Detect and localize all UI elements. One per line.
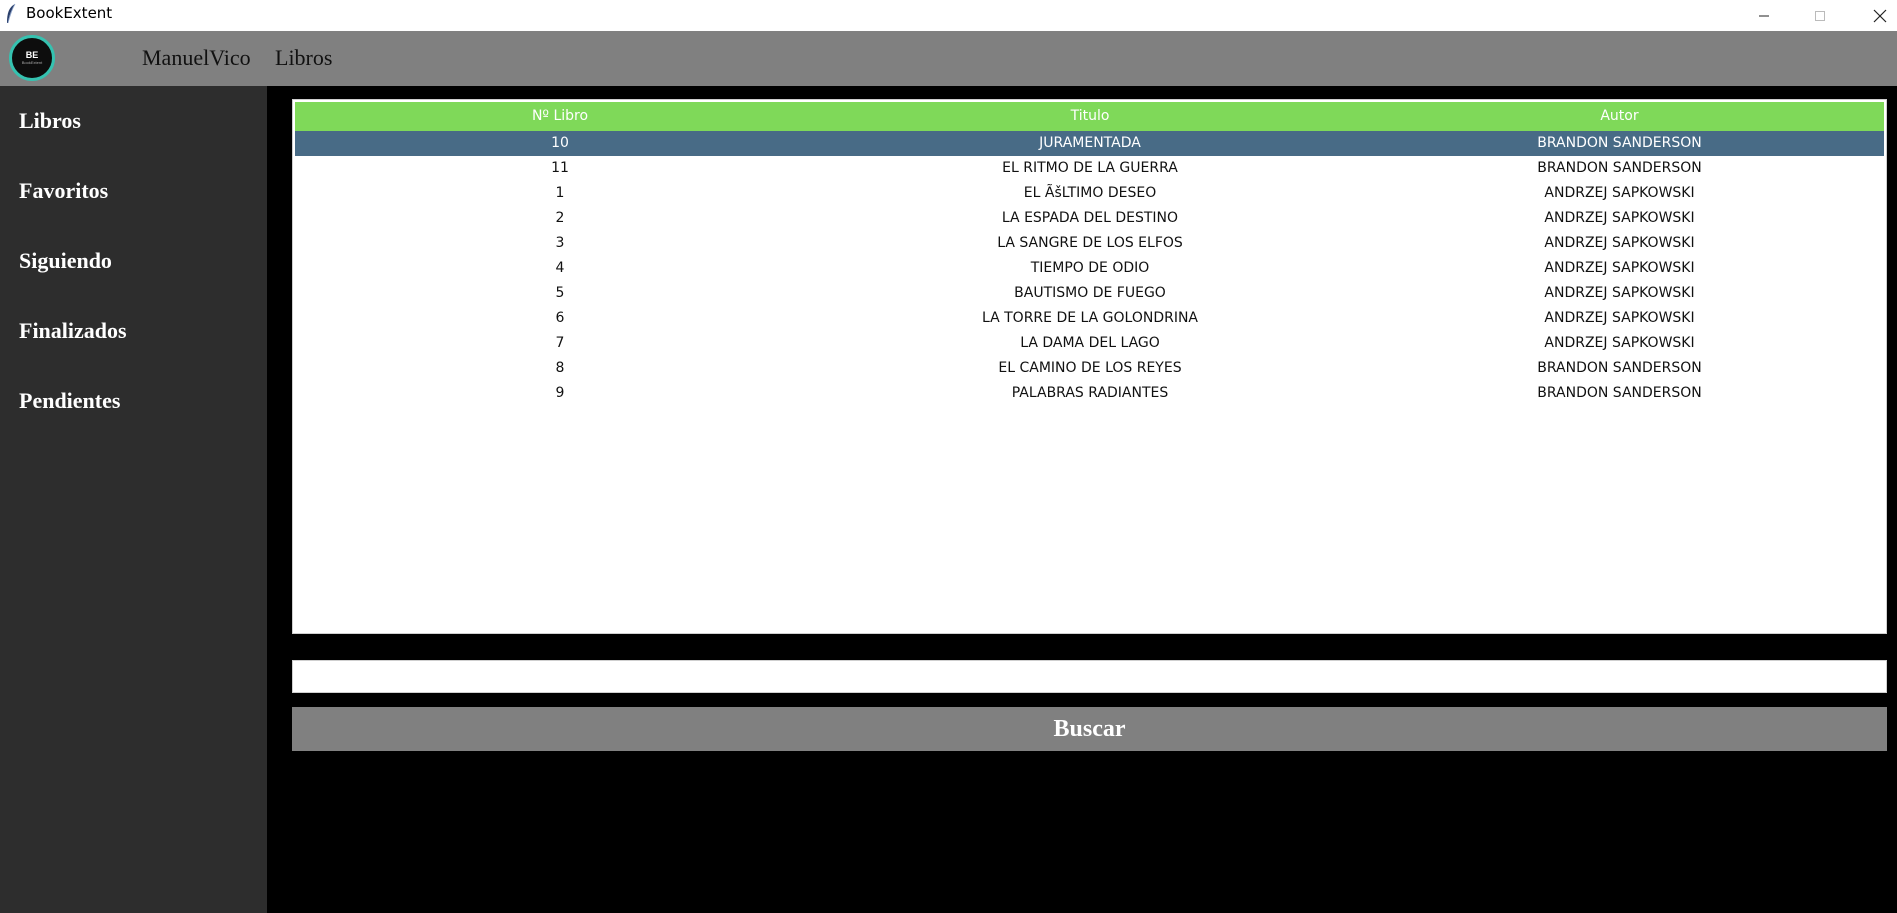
table-row[interactable]: 7 LA DAMA DEL LAGO ANDRZEJ SAPKOWSKI (295, 331, 1884, 356)
table-row[interactable]: 1 EL ÃšLTIMO DESEO ANDRZEJ SAPKOWSKI (295, 181, 1884, 206)
feather-icon (7, 3, 16, 24)
cell-autor: ANDRZEJ SAPKOWSKI (1544, 260, 1695, 276)
cell-numero: 7 (555, 335, 565, 351)
column-header-autor[interactable]: Autor (1355, 102, 1884, 131)
close-button[interactable] (1857, 0, 1897, 31)
cell-titulo: EL RITMO DE LA GUERRA (1002, 160, 1178, 176)
cell-titulo: EL CAMINO DE LOS REYES (998, 360, 1182, 376)
app-header: BE BookExtent ManuelVico Libros (0, 31, 1897, 86)
sidebar-item-siguiendo[interactable]: Siguiendo (19, 248, 112, 274)
table-row[interactable]: 5 BAUTISMO DE FUEGO ANDRZEJ SAPKOWSKI (295, 281, 1884, 306)
cell-titulo: LA SANGRE DE LOS ELFOS (997, 235, 1183, 251)
cell-autor: ANDRZEJ SAPKOWSKI (1544, 235, 1695, 251)
cell-autor: BRANDON SANDERSON (1537, 135, 1702, 151)
close-icon (1873, 9, 1887, 22)
cell-numero: 2 (555, 210, 565, 226)
window-title: BookExtent (26, 4, 113, 22)
cell-numero: 4 (555, 260, 565, 276)
cell-numero: 11 (551, 160, 569, 176)
cell-autor: BRANDON SANDERSON (1537, 360, 1702, 376)
cell-titulo: EL ÃšLTIMO DESEO (1023, 185, 1157, 201)
cell-titulo: LA TORRE DE LA GOLONDRINA (981, 310, 1199, 326)
cell-titulo: TIEMPO DE ODIO (1030, 260, 1150, 276)
table-header: Nº Libro Titulo Autor (295, 102, 1884, 131)
sidebar-item-libros[interactable]: Libros (19, 108, 81, 134)
cell-autor: ANDRZEJ SAPKOWSKI (1544, 310, 1695, 326)
cell-autor: BRANDON SANDERSON (1537, 385, 1702, 401)
minimize-icon (1759, 15, 1769, 16)
table-row[interactable]: 2 LA ESPADA DEL DESTINO ANDRZEJ SAPKOWSKI (295, 206, 1884, 231)
table-row[interactable]: 11 EL RITMO DE LA GUERRA BRANDON SANDERSON (295, 156, 1884, 181)
cell-autor: ANDRZEJ SAPKOWSKI (1544, 185, 1695, 201)
maximize-button[interactable] (1797, 0, 1843, 31)
cell-numero: 5 (555, 285, 565, 301)
cell-autor: ANDRZEJ SAPKOWSKI (1544, 210, 1695, 226)
cell-numero: 10 (551, 135, 569, 151)
cell-titulo: PALABRAS RADIANTES (1011, 385, 1169, 401)
maximize-icon (1815, 10, 1825, 21)
table-row[interactable]: 4 TIEMPO DE ODIO ANDRZEJ SAPKOWSKI (295, 256, 1884, 281)
sidebar: Libros Favoritos Siguiendo Finalizados P… (0, 86, 267, 913)
nav-libros-link[interactable]: Libros (275, 45, 332, 71)
column-header-titulo[interactable]: Titulo (825, 102, 1355, 131)
table-row[interactable]: 6 LA TORRE DE LA GOLONDRINA ANDRZEJ SAPKOW… (295, 306, 1884, 331)
cell-numero: 8 (555, 360, 565, 376)
books-table[interactable]: Nº Libro Titulo Autor 10 JURAMENTADA BRAND… (292, 99, 1887, 634)
nav-user-link[interactable]: ManuelVico (142, 45, 251, 71)
cell-numero: 6 (555, 310, 565, 326)
cell-numero: 9 (555, 385, 565, 401)
cell-titulo: JURAMENTADA (1039, 135, 1141, 151)
cell-titulo: LA DAMA DEL LAGO (1020, 335, 1160, 351)
sidebar-item-pendientes[interactable]: Pendientes (19, 388, 120, 414)
table-row[interactable]: 8 EL CAMINO DE LOS REYES BRANDON SANDERSON (295, 356, 1884, 381)
app-logo[interactable]: BE BookExtent (9, 35, 55, 81)
logo-subtitle: BookExtent (21, 60, 43, 65)
cell-autor: BRANDON SANDERSON (1537, 160, 1702, 176)
sidebar-item-favoritos[interactable]: Favoritos (19, 178, 108, 204)
logo-initials: BE (25, 50, 39, 60)
window-titlebar: BookExtent (0, 0, 1897, 31)
cell-autor: ANDRZEJ SAPKOWSKI (1544, 335, 1695, 351)
cell-numero: 1 (555, 185, 565, 201)
cell-titulo: LA ESPADA DEL DESTINO (1001, 210, 1179, 226)
cell-titulo: BAUTISMO DE FUEGO (1014, 285, 1166, 301)
search-button[interactable]: Buscar (292, 707, 1887, 751)
sidebar-item-finalizados[interactable]: Finalizados (19, 318, 127, 344)
search-input[interactable] (292, 660, 1887, 693)
cell-autor: ANDRZEJ SAPKOWSKI (1544, 285, 1695, 301)
table-row[interactable]: 9 PALABRAS RADIANTES BRANDON SANDERSON (295, 381, 1884, 406)
table-row[interactable]: 3 LA SANGRE DE LOS ELFOS ANDRZEJ SAPKOWSKI (295, 231, 1884, 256)
table-row[interactable]: 10 JURAMENTADA BRANDON SANDERSON (295, 131, 1884, 156)
minimize-button[interactable] (1741, 0, 1787, 31)
cell-numero: 3 (555, 235, 565, 251)
column-header-numero[interactable]: Nº Libro (295, 102, 825, 131)
